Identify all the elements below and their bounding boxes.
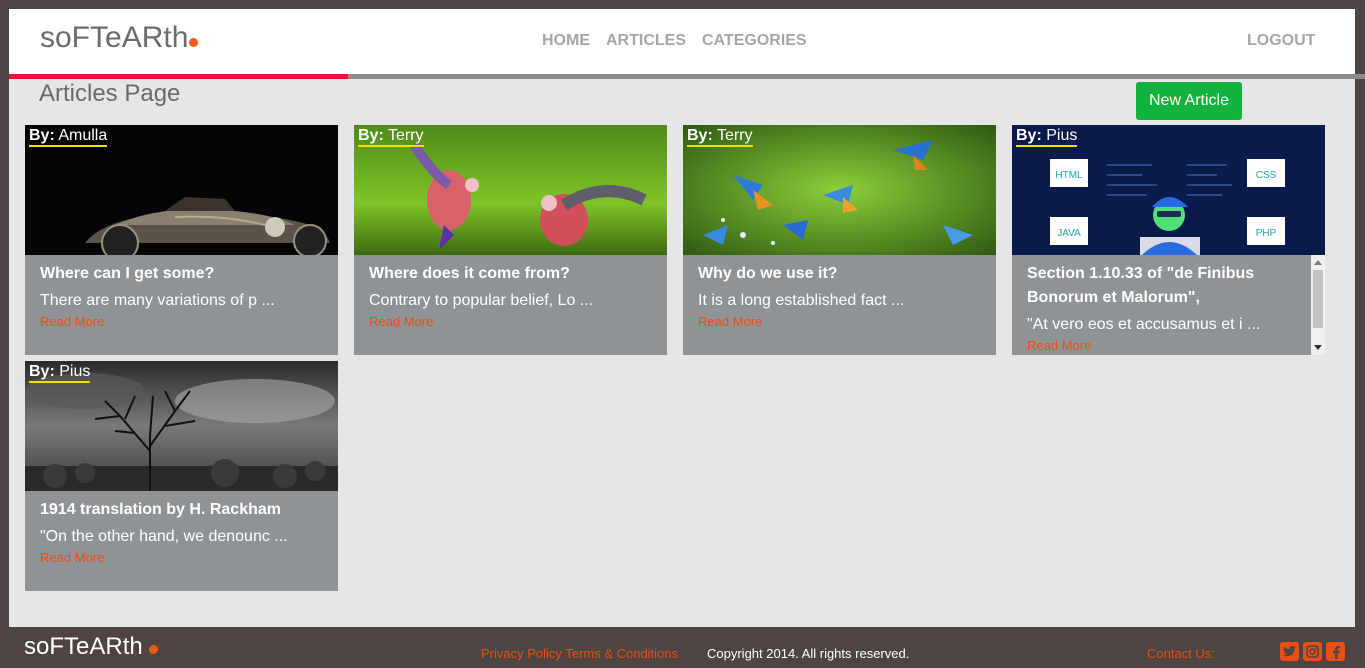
read-more-link[interactable]: Read More bbox=[40, 550, 104, 565]
scroll-down-arrow-icon[interactable] bbox=[1314, 345, 1322, 350]
html-tag-text: HTML bbox=[1055, 170, 1083, 181]
main-nav: HOME ARTICLES CATEGORIES bbox=[542, 32, 807, 50]
nav-home[interactable]: HOME bbox=[542, 32, 590, 50]
article-title: Section 1.10.33 of "de Finibus Bonorum e… bbox=[1027, 265, 1255, 306]
article-image: HTML CSS JAVA PHP By: Pius bbox=[1012, 125, 1325, 255]
css-tag-text: CSS bbox=[1256, 170, 1277, 181]
article-image: By: Pius bbox=[25, 361, 338, 491]
top-navbar: soFTeARth HOME ARTICLES CATEGORIES LOGOU… bbox=[9, 9, 1355, 74]
card-body: 1914 translation by H. Rackham "On the o… bbox=[25, 491, 338, 591]
article-image: By: Terry bbox=[683, 125, 996, 255]
privacy-policy-link[interactable]: Privacy Policy bbox=[481, 646, 562, 661]
footer-links: Privacy Policy Terms & Conditions bbox=[481, 646, 678, 661]
copyright-text: Copyright 2014. All rights reserved. bbox=[707, 646, 910, 661]
read-more-link[interactable]: Read More bbox=[369, 314, 433, 329]
social-links bbox=[1280, 642, 1345, 661]
logout-link[interactable]: LOGOUT bbox=[1247, 32, 1315, 50]
author-name: Pius bbox=[1046, 127, 1078, 144]
article-card[interactable]: By: Amulla Where can I get some? There a… bbox=[25, 125, 338, 355]
footer: soFTeARth Privacy Policy Terms & Conditi… bbox=[0, 628, 1365, 668]
card-body: Where can I get some? There are many var… bbox=[25, 255, 338, 355]
card-body: Where does it come from? Contrary to pop… bbox=[354, 255, 667, 355]
article-image: By: Terry bbox=[354, 125, 667, 255]
by-label: By: bbox=[29, 363, 55, 380]
article-title: Where does it come from? bbox=[369, 265, 570, 282]
author-byline[interactable]: By: Terry bbox=[687, 127, 753, 147]
scrollbar-thumb[interactable] bbox=[1313, 270, 1323, 328]
footer-brand-dot bbox=[148, 645, 158, 654]
author-byline[interactable]: By: Pius bbox=[29, 363, 91, 383]
page-title: Articles Page bbox=[39, 80, 181, 107]
article-excerpt: Contrary to popular belief, Lo ... bbox=[369, 292, 594, 309]
author-name: Terry bbox=[716, 127, 753, 144]
author-byline[interactable]: By: Amulla bbox=[29, 127, 108, 147]
contact-us-link[interactable]: Contact Us: bbox=[1147, 646, 1215, 661]
article-card[interactable]: HTML CSS JAVA PHP By: Pius Section 1.10.… bbox=[1012, 125, 1325, 355]
by-label: By: bbox=[1016, 127, 1042, 144]
read-more-link[interactable]: Read More bbox=[1027, 338, 1091, 353]
by-label: By: bbox=[687, 127, 713, 144]
read-more-link[interactable]: Read More bbox=[698, 314, 762, 329]
terms-link[interactable]: Terms & Conditions bbox=[565, 646, 678, 661]
by-label: By: bbox=[358, 127, 384, 144]
new-article-button[interactable]: New Article bbox=[1136, 82, 1242, 120]
instagram-icon[interactable] bbox=[1303, 642, 1322, 661]
article-card[interactable]: By: Terry Why do we use it? It is a long… bbox=[683, 125, 996, 355]
card-body: Why do we use it? It is a long establish… bbox=[683, 255, 996, 355]
by-label: By: bbox=[29, 127, 55, 144]
author-byline[interactable]: By: Pius bbox=[1016, 127, 1078, 147]
brand-logo[interactable]: soFTeARth bbox=[40, 21, 199, 55]
article-excerpt: It is a long established fact ... bbox=[698, 292, 905, 309]
facebook-icon[interactable] bbox=[1326, 642, 1345, 661]
article-excerpt: "At vero eos et accusamus et i ... bbox=[1027, 316, 1261, 333]
article-title: Why do we use it? bbox=[698, 265, 838, 282]
brand-text: soFTeARth bbox=[40, 21, 189, 54]
article-excerpt: "On the other hand, we denounc ... bbox=[40, 528, 288, 545]
scroll-up-arrow-icon[interactable] bbox=[1314, 260, 1322, 265]
footer-brand[interactable]: soFTeARth bbox=[24, 633, 158, 661]
brand-dot bbox=[189, 38, 199, 47]
article-card[interactable]: By: Pius 1914 translation by H. Rackham … bbox=[25, 361, 338, 591]
author-byline[interactable]: By: Terry bbox=[358, 127, 424, 147]
article-card[interactable]: By: Terry Where does it come from? Contr… bbox=[354, 125, 667, 355]
author-name: Terry bbox=[387, 127, 424, 144]
article-title: 1914 translation by H. Rackham bbox=[40, 501, 281, 518]
card-body: Section 1.10.33 of "de Finibus Bonorum e… bbox=[1012, 255, 1325, 355]
articles-section: Articles Page New Article By: Amulla Whe… bbox=[9, 79, 1355, 627]
php-tag-text: PHP bbox=[1256, 228, 1277, 239]
article-excerpt: There are many variations of p ... bbox=[40, 292, 275, 309]
author-name: Amulla bbox=[58, 127, 108, 144]
java-tag-text: JAVA bbox=[1057, 228, 1081, 239]
footer-brand-text: soFTeARth bbox=[24, 633, 143, 660]
article-title: Where can I get some? bbox=[40, 265, 215, 282]
nav-categories[interactable]: CATEGORIES bbox=[702, 32, 807, 50]
twitter-icon[interactable] bbox=[1280, 642, 1299, 661]
article-image: By: Amulla bbox=[25, 125, 338, 255]
nav-articles[interactable]: ARTICLES bbox=[606, 32, 686, 50]
author-name: Pius bbox=[59, 363, 91, 380]
card-scrollbar[interactable] bbox=[1311, 255, 1325, 355]
read-more-link[interactable]: Read More bbox=[40, 314, 104, 329]
